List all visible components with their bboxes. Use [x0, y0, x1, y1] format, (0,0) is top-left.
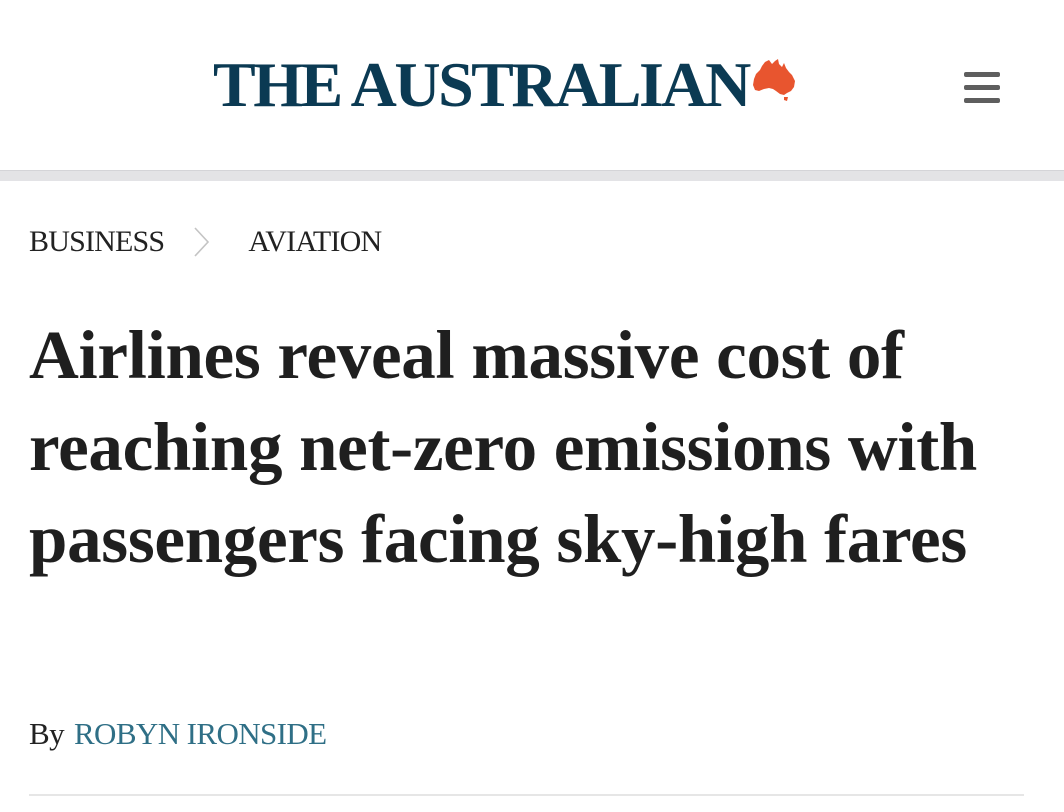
breadcrumb-aviation[interactable]: AVIATION [248, 225, 382, 259]
content-divider [29, 794, 1024, 796]
byline: By ROBYN IRONSIDE [29, 712, 327, 756]
menu-bar [964, 85, 1000, 90]
menu-bar [964, 72, 1000, 77]
chevron-right-icon [194, 227, 210, 257]
article-headline: Airlines reveal massive cost of reaching… [29, 317, 978, 577]
australia-map-icon [752, 59, 795, 101]
breadcrumb: BUSINESS AVIATION [29, 224, 382, 260]
menu-bar [964, 98, 1000, 103]
hamburger-menu-icon[interactable] [958, 66, 1006, 110]
breadcrumb-business[interactable]: BUSINESS [29, 225, 165, 259]
masthead-logo[interactable]: THE AUSTRALIAN [213, 52, 797, 118]
header-divider [0, 170, 1064, 181]
site-header: THE AUSTRALIAN [0, 0, 1064, 170]
author-link[interactable]: ROBYN IRONSIDE [74, 716, 327, 752]
masthead-title: THE AUSTRALIAN [213, 49, 751, 120]
byline-prefix: By [29, 716, 65, 751]
